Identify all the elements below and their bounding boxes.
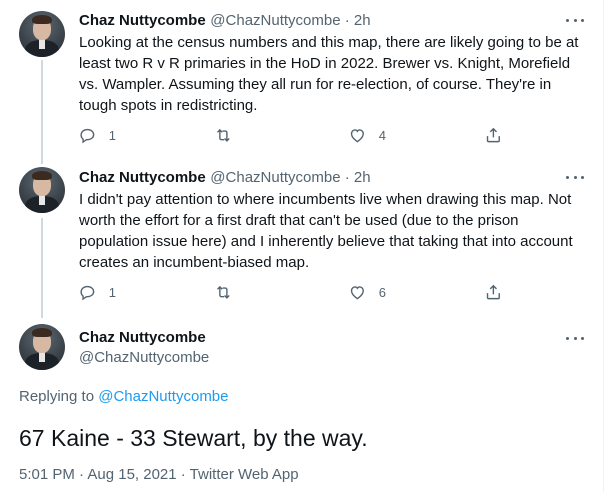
retweet-icon bbox=[217, 285, 230, 299]
replying-to: Replying to @ChazNuttycombe bbox=[19, 388, 229, 405]
heart-icon bbox=[350, 285, 364, 300]
author-handle[interactable]: @ChazNuttycombe bbox=[79, 348, 209, 368]
tweet-header: Chaz Nuttycombe @ChazNuttycombe bbox=[79, 328, 209, 368]
tweet-text: I didn't pay attention to where incumben… bbox=[79, 191, 573, 271]
like-button[interactable]: 4 bbox=[348, 125, 386, 145]
reply-button[interactable]: 1 bbox=[78, 125, 116, 145]
more-icon[interactable] bbox=[566, 331, 584, 345]
replying-to-link[interactable]: @ChazNuttycombe bbox=[98, 388, 228, 405]
author-name[interactable]: Chaz Nuttycombe bbox=[79, 12, 206, 29]
like-button[interactable]: 6 bbox=[348, 282, 386, 302]
separator: · bbox=[340, 169, 354, 186]
retweet-button[interactable] bbox=[214, 125, 245, 145]
conversation-thread: Chaz Nuttycombe @ChazNuttycombe · 2h Loo… bbox=[0, 0, 604, 492]
author-name[interactable]: Chaz Nuttycombe bbox=[79, 169, 206, 186]
separator: · bbox=[340, 12, 354, 29]
tweet-header: Chaz Nuttycombe @ChazNuttycombe · 2h bbox=[79, 168, 371, 188]
author-name[interactable]: Chaz Nuttycombe bbox=[79, 328, 209, 348]
like-count: 4 bbox=[378, 127, 386, 143]
tweet-actions: 1 6 bbox=[78, 282, 518, 302]
heart-icon bbox=[350, 128, 364, 143]
reply-count: 1 bbox=[108, 284, 116, 300]
share-button[interactable] bbox=[484, 125, 503, 145]
replying-to-label: Replying to bbox=[19, 388, 95, 405]
retweet-button[interactable] bbox=[214, 282, 245, 302]
tweet-actions: 1 4 bbox=[78, 125, 518, 145]
author-handle[interactable]: @ChazNuttycombe bbox=[210, 169, 340, 186]
tweet-timestamp[interactable]: 5:01 PM · Aug 15, 2021 · Twitter Web App bbox=[19, 466, 299, 483]
more-icon[interactable] bbox=[566, 13, 584, 27]
reply-button[interactable]: 1 bbox=[78, 282, 116, 302]
avatar[interactable] bbox=[19, 324, 65, 370]
tweet-text: 67 Kaine - 33 Stewart, by the way. bbox=[19, 425, 368, 451]
reply-icon bbox=[80, 128, 95, 143]
avatar[interactable] bbox=[19, 167, 65, 213]
tweet-time[interactable]: 2h bbox=[354, 169, 371, 186]
share-button[interactable] bbox=[484, 282, 503, 302]
share-icon bbox=[486, 127, 500, 142]
author-handle[interactable]: @ChazNuttycombe bbox=[210, 12, 340, 29]
retweet-icon bbox=[217, 128, 230, 142]
tweet-header: Chaz Nuttycombe @ChazNuttycombe · 2h bbox=[79, 11, 371, 31]
focused-tweet: Chaz Nuttycombe @ChazNuttycombe Replying… bbox=[0, 316, 604, 492]
like-count: 6 bbox=[378, 284, 386, 300]
avatar[interactable] bbox=[19, 11, 65, 57]
tweet[interactable]: Chaz Nuttycombe @ChazNuttycombe · 2h I d… bbox=[0, 160, 604, 316]
tweet-text: Looking at the census numbers and this m… bbox=[79, 34, 579, 114]
reply-icon bbox=[80, 285, 95, 300]
tweet-time[interactable]: 2h bbox=[354, 12, 371, 29]
share-icon bbox=[486, 284, 500, 299]
tweet[interactable]: Chaz Nuttycombe @ChazNuttycombe · 2h Loo… bbox=[0, 0, 604, 160]
reply-count: 1 bbox=[108, 127, 116, 143]
more-icon[interactable] bbox=[566, 170, 584, 184]
